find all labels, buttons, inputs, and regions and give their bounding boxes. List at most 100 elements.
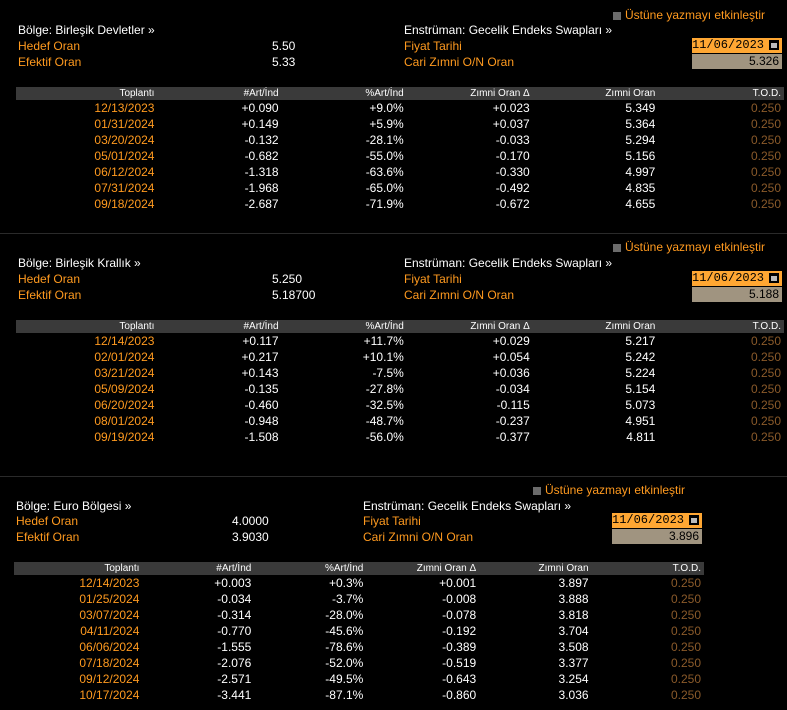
table-row[interactable]: 01/25/2024 -0.034 -3.7% -0.008 3.888 0.250	[14, 591, 704, 607]
table-row[interactable]: 08/01/2024 -0.948 -48.7% -0.237 4.951 0.250	[16, 413, 784, 429]
implied-on-rate-label: Cari Zımni O/N Oran	[404, 55, 515, 69]
implied-on-rate-field[interactable]: 3.896	[612, 529, 702, 544]
implied-rate: 4.655	[625, 197, 656, 211]
col-tod[interactable]: T.O.D.	[591, 562, 704, 575]
implied-rate-delta: +0.037	[492, 117, 530, 131]
table-row[interactable]: 07/31/2024 -1.968 -65.0% -0.492 4.835 0.250	[16, 180, 784, 196]
col-implied-rate-delta[interactable]: Zımni Oran Δ	[366, 562, 480, 575]
implied-rate: 3.254	[558, 672, 589, 686]
implied-rate-delta: -0.008	[442, 592, 477, 606]
meeting-date: 01/25/2024	[79, 592, 140, 606]
col-implied-rate-delta[interactable]: Zımni Oran Δ	[406, 87, 533, 100]
col-tod[interactable]: T.O.D.	[658, 87, 784, 100]
instrument-selector[interactable]: Enstrüman: Gecelik Endeks Swapları »	[404, 256, 612, 270]
implied-on-rate-field[interactable]: 5.326	[692, 54, 782, 69]
hike-cut-pct: -63.6%	[365, 165, 404, 179]
meeting-date: 06/20/2024	[94, 398, 155, 412]
col-meeting[interactable]: Toplantı	[14, 562, 143, 575]
effective-rate-value: 3.9030	[232, 530, 269, 544]
table-row[interactable]: 06/06/2024 -1.555 -78.6% -0.389 3.508 0.250	[14, 639, 704, 655]
meeting-date: 06/06/2024	[79, 640, 140, 654]
table-row[interactable]: 06/12/2024 -1.318 -63.6% -0.330 4.997 0.250	[16, 164, 784, 180]
table-row[interactable]: 03/21/2024 +0.143 -7.5% +0.036 5.224 0.250	[16, 365, 784, 381]
implied-rate-delta: -0.170	[495, 149, 530, 163]
table-row[interactable]: 09/19/2024 -1.508 -56.0% -0.377 4.811 0.250	[16, 429, 784, 445]
meeting-date: 10/17/2024	[79, 688, 140, 702]
price-date-field[interactable]: 11/06/2023	[692, 271, 782, 286]
implied-rate: 4.835	[625, 181, 656, 195]
checkbox-icon[interactable]	[533, 487, 541, 495]
table-row[interactable]: 05/01/2024 -0.682 -55.0% -0.170 5.156 0.250	[16, 148, 784, 164]
overwrite-toggle[interactable]: Üstüne yazmayı etkinleştir	[613, 8, 765, 22]
implied-rate: 3.818	[558, 608, 589, 622]
table-row[interactable]: 04/11/2024 -0.770 -45.6% -0.192 3.704 0.250	[14, 623, 704, 639]
hike-cut-count: -0.132	[244, 133, 279, 147]
tod: 0.250	[750, 197, 781, 211]
table-row[interactable]: 06/20/2024 -0.460 -32.5% -0.115 5.073 0.250	[16, 397, 784, 413]
col-tod[interactable]: T.O.D.	[658, 320, 784, 333]
implied-on-rate-field[interactable]: 5.188	[692, 287, 782, 302]
checkbox-icon[interactable]	[613, 244, 621, 252]
hike-cut-pct: +11.7%	[363, 334, 404, 348]
hike-cut-count: -0.948	[244, 414, 279, 428]
price-date-label: Fiyat Tarihi	[404, 39, 462, 53]
instrument-selector[interactable]: Enstrüman: Gecelik Endeks Swapları »	[363, 499, 571, 513]
meeting-date: 08/01/2024	[94, 414, 155, 428]
col-hike-cut-count[interactable]: #Art/İnd	[157, 87, 282, 100]
col-hike-cut-pct[interactable]: %Art/İnd	[281, 320, 407, 333]
col-implied-rate[interactable]: Zımni Oran	[532, 87, 659, 100]
implied-rate: 5.217	[625, 334, 656, 348]
implied-rate-delta: -0.672	[495, 197, 530, 211]
col-meeting[interactable]: Toplantı	[16, 320, 158, 333]
table-row[interactable]: 12/13/2023 +0.090 +9.0% +0.023 5.349 0.250	[16, 100, 784, 116]
hike-cut-pct: -3.7%	[331, 592, 364, 606]
implied-rate: 5.242	[625, 350, 656, 364]
overwrite-toggle[interactable]: Üstüne yazmayı etkinleştir	[613, 240, 765, 254]
meeting-date: 12/14/2023	[94, 334, 155, 348]
col-implied-rate-delta[interactable]: Zımni Oran Δ	[406, 320, 533, 333]
hike-cut-pct: -71.9%	[365, 197, 404, 211]
table-row[interactable]: 10/17/2024 -3.441 -87.1% -0.860 3.036 0.250	[14, 687, 704, 703]
table-row[interactable]: 12/14/2023 +0.003 +0.3% +0.001 3.897 0.250	[14, 575, 704, 591]
hike-cut-count: -0.770	[217, 624, 252, 638]
col-implied-rate[interactable]: Zımni Oran	[479, 562, 592, 575]
col-meeting[interactable]: Toplantı	[16, 87, 158, 100]
price-date-field[interactable]: 11/06/2023	[612, 513, 702, 528]
table-row[interactable]: 07/18/2024 -2.076 -52.0% -0.519 3.377 0.250	[14, 655, 704, 671]
calendar-icon[interactable]	[768, 39, 780, 51]
hike-cut-count: +0.090	[241, 101, 279, 115]
col-hike-cut-count[interactable]: #Art/İnd	[157, 320, 282, 333]
table-row[interactable]: 12/14/2023 +0.117 +11.7% +0.029 5.217 0.250	[16, 333, 784, 349]
price-date-field[interactable]: 11/06/2023	[692, 38, 782, 53]
hike-cut-pct: -27.8%	[365, 382, 404, 396]
implied-rate: 5.349	[625, 101, 656, 115]
col-hike-cut-pct[interactable]: %Art/İnd	[281, 87, 407, 100]
region-selector[interactable]: Bölge: Birleşik Devletler »	[18, 23, 155, 37]
region-selector[interactable]: Bölge: Euro Bölgesi »	[16, 499, 131, 513]
col-hike-cut-count[interactable]: #Art/İnd	[142, 562, 255, 575]
panel-us: Üstüne yazmayı etkinleştir Bölge: Birleş…	[0, 0, 787, 236]
table-row[interactable]: 05/09/2024 -0.135 -27.8% -0.034 5.154 0.250	[16, 381, 784, 397]
tod: 0.250	[750, 117, 781, 131]
implied-rate-delta: -0.519	[442, 656, 477, 670]
hike-cut-count: -1.555	[217, 640, 252, 654]
tod: 0.250	[750, 133, 781, 147]
table-row[interactable]: 02/01/2024 +0.217 +10.1% +0.054 5.242 0.250	[16, 349, 784, 365]
table-row[interactable]: 03/20/2024 -0.132 -28.1% -0.033 5.294 0.250	[16, 132, 784, 148]
panel-euro: Üstüne yazmayı etkinleştir Bölge: Euro B…	[0, 476, 787, 710]
col-hike-cut-pct[interactable]: %Art/İnd	[254, 562, 367, 575]
tod: 0.250	[750, 398, 781, 412]
overwrite-toggle[interactable]: Üstüne yazmayı etkinleştir	[533, 483, 685, 497]
checkbox-icon[interactable]	[613, 12, 621, 20]
implied-rate-delta: -0.389	[442, 640, 477, 654]
price-date-value: 11/06/2023	[612, 513, 685, 527]
table-row[interactable]: 09/18/2024 -2.687 -71.9% -0.672 4.655 0.250	[16, 196, 784, 212]
instrument-selector[interactable]: Enstrüman: Gecelik Endeks Swapları »	[404, 23, 612, 37]
region-selector[interactable]: Bölge: Birleşik Krallık »	[18, 256, 141, 270]
col-implied-rate[interactable]: Zımni Oran	[532, 320, 659, 333]
table-row[interactable]: 03/07/2024 -0.314 -28.0% -0.078 3.818 0.250	[14, 607, 704, 623]
table-row[interactable]: 01/31/2024 +0.149 +5.9% +0.037 5.364 0.250	[16, 116, 784, 132]
calendar-icon[interactable]	[688, 514, 700, 526]
table-row[interactable]: 09/12/2024 -2.571 -49.5% -0.643 3.254 0.250	[14, 671, 704, 687]
calendar-icon[interactable]	[768, 272, 780, 284]
